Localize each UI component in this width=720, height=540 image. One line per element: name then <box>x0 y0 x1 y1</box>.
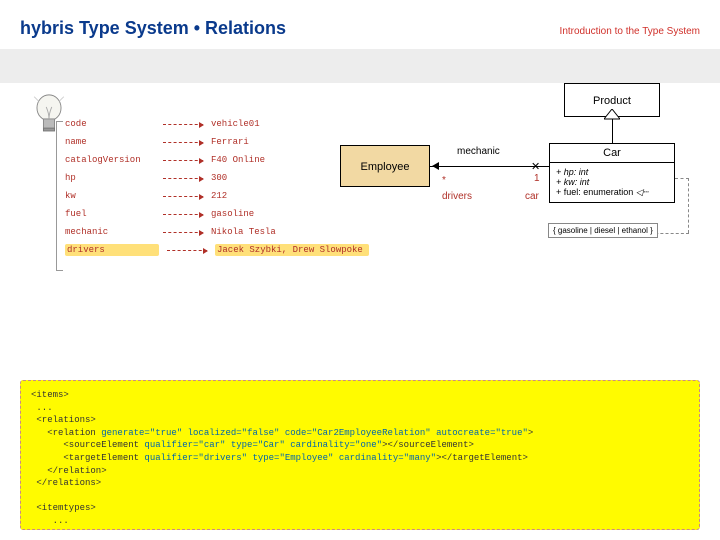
role-target: car <box>525 191 539 202</box>
generalization-arrow-icon <box>604 109 620 121</box>
car-attr: + hp: int <box>556 167 668 177</box>
car-class-title: Car <box>550 144 674 163</box>
header-band <box>0 49 720 83</box>
multiplicity-target: 1 <box>534 173 540 184</box>
lightbulb-icon <box>30 93 68 143</box>
enum-values: { gasoline | diesel | ethanol } <box>548 223 658 238</box>
page-subtitle: Introduction to the Type System <box>560 26 700 37</box>
role-source: drivers <box>442 191 472 202</box>
association-arrow-icon <box>428 162 439 170</box>
attr-bracket <box>56 121 58 271</box>
uml-diagram: Product Car + hp: int + kw: int + fuel: … <box>320 83 700 273</box>
multiplicity-source: * <box>442 175 446 186</box>
car-class: Car + hp: int + kw: int + fuel: enumerat… <box>549 143 675 203</box>
xml-code-block: <items> ... <relations> <relation genera… <box>20 380 700 530</box>
page-title: hybris Type System • Relations <box>20 18 286 39</box>
car-attr: + kw: int <box>556 177 668 187</box>
association-name: mechanic <box>457 146 500 157</box>
car-attr: + fuel: enumeration ◁┄ <box>556 187 668 198</box>
employee-class: Employee <box>340 145 430 187</box>
non-navigable-icon: ✕ <box>531 160 540 173</box>
